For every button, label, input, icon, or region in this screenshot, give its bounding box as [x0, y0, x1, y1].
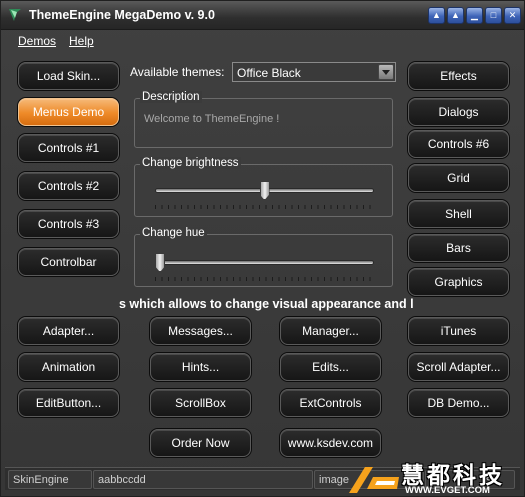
- edits-button[interactable]: Edits...: [280, 353, 381, 381]
- main-window: ThemeEngine MegaDemo v. 9.0 ▲ ▲ ▁ □ ✕ De…: [0, 0, 525, 497]
- hue-group: Change hue: [134, 227, 393, 287]
- themes-selected: Office Black: [237, 66, 301, 80]
- dialogs-button[interactable]: Dialogs: [408, 98, 509, 126]
- brightness-slider-ticks: [155, 205, 374, 209]
- marquee-text: s which allows to change visual appearan…: [119, 297, 414, 311]
- marquee-band: s which allows to change visual appearan…: [1, 297, 524, 313]
- hue-slider-track[interactable]: [155, 260, 374, 265]
- title-bar[interactable]: ThemeEngine MegaDemo v. 9.0 ▲ ▲ ▁ □ ✕: [1, 1, 524, 30]
- hue-title: Change hue: [140, 227, 207, 239]
- brightness-title: Change brightness: [140, 157, 241, 169]
- controls-6-button[interactable]: Controls #6: [408, 130, 509, 158]
- brightness-group: Change brightness: [134, 157, 393, 217]
- adapter-button[interactable]: Adapter...: [18, 317, 119, 345]
- rollup-icon[interactable]: ▲: [428, 7, 445, 24]
- menu-demos[interactable]: Demos: [18, 34, 56, 48]
- scroll-adapter-button[interactable]: Scroll Adapter...: [408, 353, 509, 381]
- load-skin-button[interactable]: Load Skin...: [18, 62, 119, 90]
- extcontrols-button[interactable]: ExtControls: [280, 389, 381, 417]
- description-group: Description Welcome to ThemeEngine !: [134, 91, 393, 148]
- maximize-icon[interactable]: □: [485, 7, 502, 24]
- controls-1-button[interactable]: Controls #1: [18, 134, 119, 162]
- controls-2-button[interactable]: Controls #2: [18, 172, 119, 200]
- menu-help-label: Help: [69, 34, 94, 48]
- shell-button[interactable]: Shell: [408, 200, 509, 228]
- hue-slider-thumb[interactable]: [155, 253, 165, 272]
- themes-combobox[interactable]: Office Black: [232, 62, 396, 82]
- messages-button[interactable]: Messages...: [150, 317, 251, 345]
- db-demo-button[interactable]: DB Demo...: [408, 389, 509, 417]
- bars-button[interactable]: Bars: [408, 234, 509, 262]
- order-now-button[interactable]: Order Now: [150, 429, 251, 457]
- controls-3-button[interactable]: Controls #3: [18, 210, 119, 238]
- itunes-button[interactable]: iTunes: [408, 317, 509, 345]
- menu-demos-label: Demos: [18, 34, 57, 48]
- menus-demo-button[interactable]: Menus Demo: [18, 98, 119, 126]
- controlbar-button[interactable]: Controlbar: [18, 248, 119, 276]
- manager-button[interactable]: Manager...: [280, 317, 381, 345]
- themes-label: Available themes:: [130, 65, 225, 79]
- description-title: Description: [140, 91, 202, 103]
- close-icon[interactable]: ✕: [504, 7, 521, 24]
- hue-slider-ticks: [155, 277, 374, 281]
- watermark: 慧都科技 WWW.EVGET.COM: [343, 453, 525, 497]
- graphics-button[interactable]: Graphics: [408, 268, 509, 296]
- status-panel-color: aabbccdd: [93, 470, 313, 489]
- editbutton-button[interactable]: EditButton...: [18, 389, 119, 417]
- menu-help[interactable]: Help: [69, 34, 94, 48]
- hints-button[interactable]: Hints...: [150, 353, 251, 381]
- menu-bar: Demos Help: [1, 30, 524, 52]
- scrollbox-button[interactable]: ScrollBox: [150, 389, 251, 417]
- chevron-down-icon[interactable]: [378, 64, 394, 80]
- window-title: ThemeEngine MegaDemo v. 9.0: [29, 8, 215, 22]
- description-text: Welcome to ThemeEngine !: [144, 113, 280, 125]
- grid-button[interactable]: Grid: [408, 164, 509, 192]
- app-icon: [7, 7, 23, 23]
- effects-button[interactable]: Effects: [408, 62, 509, 90]
- evget-logo-icon: [349, 467, 399, 493]
- minimize-icon[interactable]: ▁: [466, 7, 483, 24]
- watermark-url: WWW.EVGET.COM: [405, 485, 490, 496]
- brightness-slider-thumb[interactable]: [259, 181, 270, 200]
- status-panel-skin: SkinEngine: [8, 470, 92, 489]
- animation-button[interactable]: Animation: [18, 353, 119, 381]
- stayontop-icon[interactable]: ▲: [447, 7, 464, 24]
